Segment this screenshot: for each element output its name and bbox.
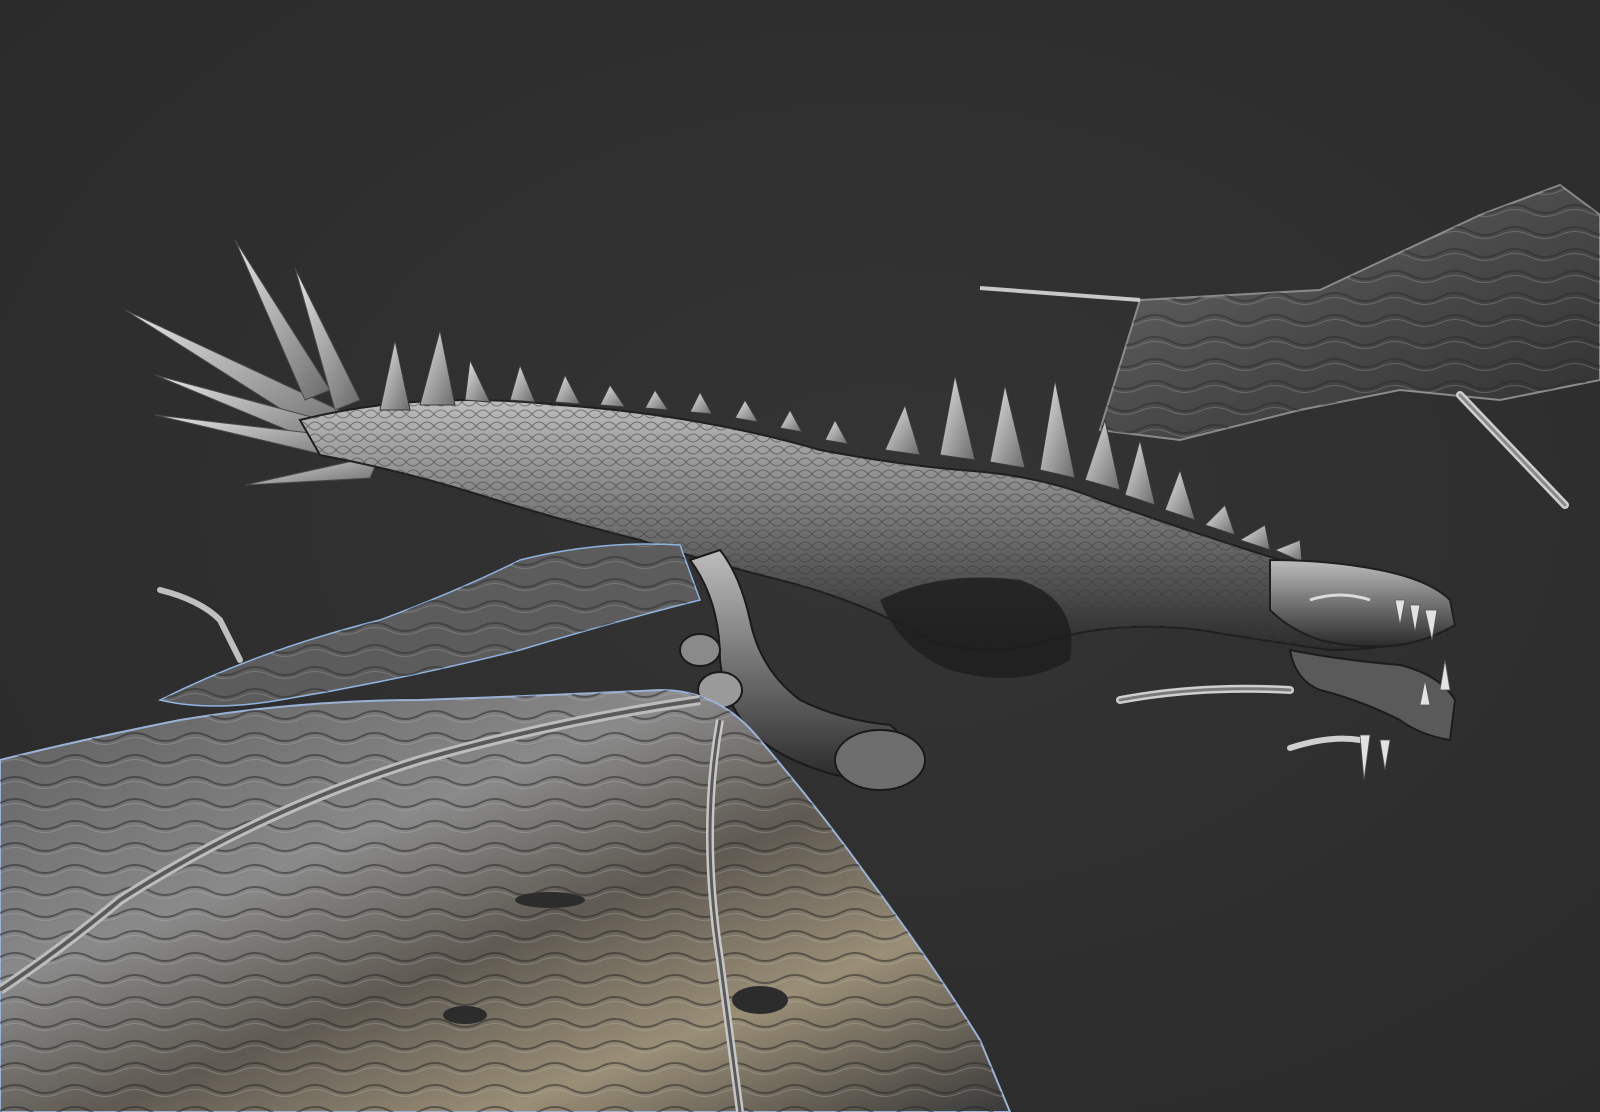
far-wing (979, 183, 1600, 509)
upper-wing (157, 543, 701, 707)
dragon-sculpt-render (0, 183, 1600, 1112)
viewport-canvas[interactable] (0, 0, 1600, 1112)
